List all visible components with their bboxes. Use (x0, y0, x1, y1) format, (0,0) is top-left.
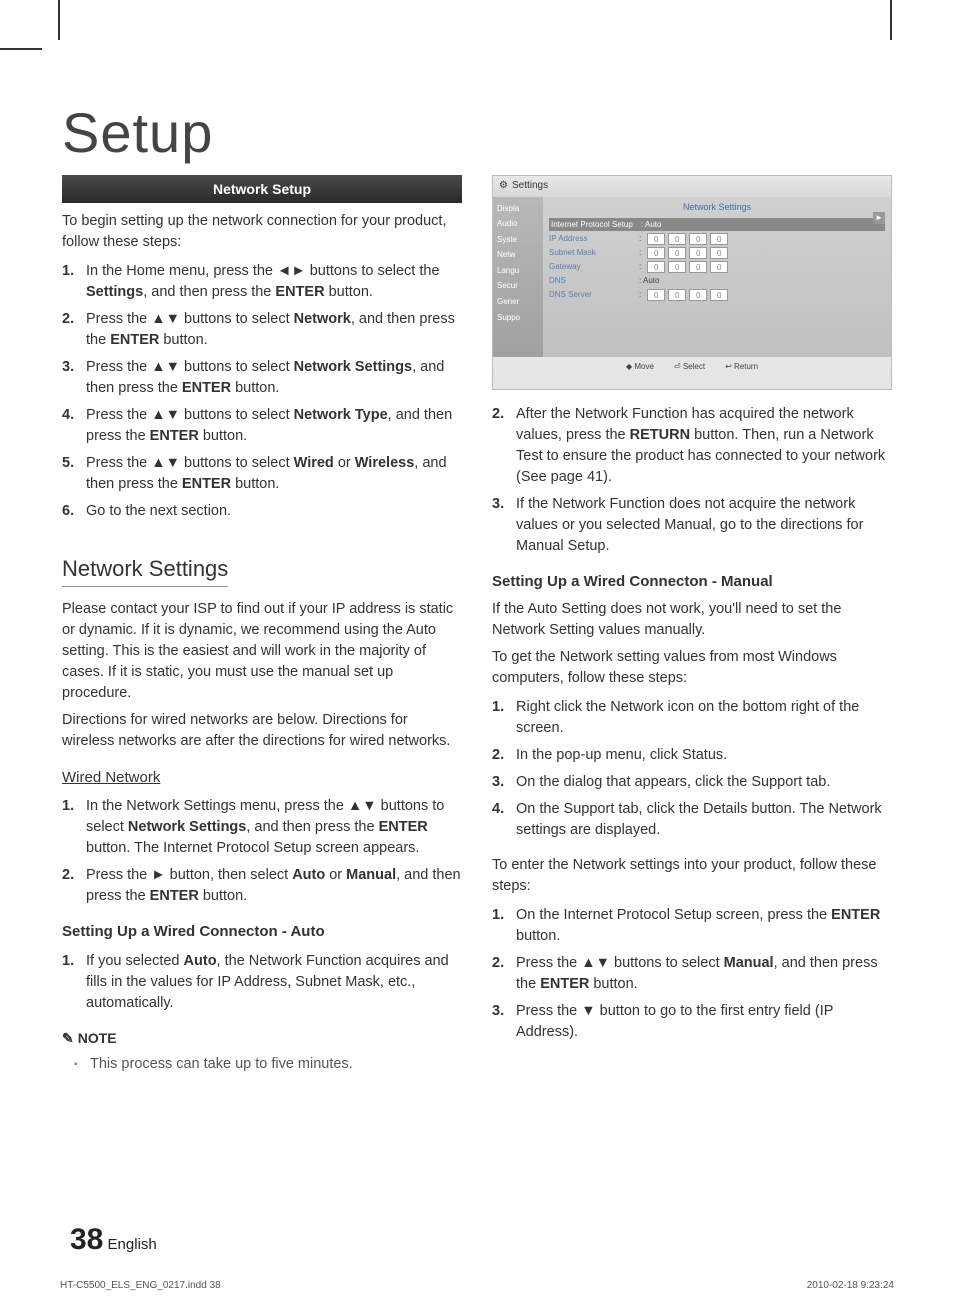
network-settings-heading: Network Settings (62, 553, 228, 588)
print-timestamp: 2010-02-18 9:23:24 (807, 1280, 894, 1291)
auto-heading: Setting Up a Wired Connecton - Auto (62, 921, 462, 943)
manual-p1: If the Auto Setting does not work, you'l… (492, 599, 892, 641)
list-item: 5.Press the ▲▼ buttons to select Wired o… (62, 453, 462, 495)
intro-text: To begin setting up the network connecti… (62, 211, 462, 253)
ss-dns-row: DNS: Auto (549, 275, 885, 287)
ss-ip-row: IP Address:0000 (549, 233, 885, 245)
ss-header-text: Settings (512, 180, 548, 191)
list-item: 1.Right click the Network icon on the bo… (492, 697, 892, 739)
wired-steps: 1.In the Network Settings menu, press th… (62, 796, 462, 907)
cont-steps: 2.After the Network Function has acquire… (492, 404, 892, 557)
ss-ip-row: Subnet Mask:0000 (549, 247, 885, 259)
ss-row-highlight: Internet Protocol Setup: Auto (549, 218, 885, 232)
manual-steps: 1.Right click the Network icon on the bo… (492, 697, 892, 841)
enter-p: To enter the Network settings into your … (492, 855, 892, 897)
ss-nav: DisplaAudioSysteNetwLanguSecurGenerSuppo (493, 197, 543, 357)
ns-para2: Directions for wired networks are below.… (62, 710, 462, 752)
list-item: 1.On the Internet Protocol Setup screen,… (492, 905, 892, 947)
list-item: 3.Press the ▼ button to go to the first … (492, 1001, 892, 1043)
ss-ip-row: Gateway:0000 (549, 261, 885, 273)
ss-title: Network Settings (549, 199, 885, 216)
list-item: 4.Press the ▲▼ buttons to select Network… (62, 405, 462, 447)
list-item: 2.Press the ▲▼ buttons to select Manual,… (492, 953, 892, 995)
ns-para1: Please contact your ISP to find out if y… (62, 599, 462, 704)
list-item: 2.Press the ► button, then select Auto o… (62, 865, 462, 907)
note-text: This process can take up to five minutes… (90, 1054, 462, 1075)
list-item: 3.If the Network Function does not acqui… (492, 494, 892, 557)
print-file: HT-C5500_ELS_ENG_0217.indd 38 (60, 1280, 221, 1291)
page-footer: 38 English (70, 1223, 157, 1257)
ss-main: Network Settings Internet Protocol Setup… (543, 197, 891, 357)
list-item: 6.Go to the next section. (62, 501, 462, 522)
wired-heading: Wired Network (62, 767, 462, 789)
enter-steps: 1.On the Internet Protocol Setup screen,… (492, 905, 892, 1043)
page-number: 38 (70, 1223, 103, 1256)
list-item: 3.Press the ▲▼ buttons to select Network… (62, 357, 462, 399)
print-line: HT-C5500_ELS_ENG_0217.indd 38 2010-02-18… (60, 1280, 894, 1291)
section-heading: Network Setup (62, 175, 462, 203)
ss-dns-server-row: DNS Server: 0000 (549, 289, 885, 301)
settings-screenshot: ⚙ Settings DisplaAudioSysteNetwLanguSecur… (492, 175, 892, 390)
list-item: 1.In the Network Settings menu, press th… (62, 796, 462, 859)
chevron-right-icon: ► (873, 212, 885, 224)
setup-steps: 1.In the Home menu, press the ◄► buttons… (62, 261, 462, 522)
auto-steps: 1.If you selected Auto, the Network Func… (62, 951, 462, 1014)
note-icon: ✎ (62, 1030, 74, 1046)
right-column: ⚙ Settings DisplaAudioSysteNetwLanguSecur… (492, 175, 892, 1081)
list-item: 3.On the dialog that appears, click the … (492, 772, 892, 793)
list-item: 2.After the Network Function has acquire… (492, 404, 892, 488)
list-item: 2.Press the ▲▼ buttons to select Network… (62, 309, 462, 351)
gear-icon: ⚙ (499, 180, 508, 191)
note-label: ✎NOTE (62, 1028, 462, 1048)
page-lang: English (108, 1236, 157, 1253)
manual-heading: Setting Up a Wired Connecton - Manual (492, 571, 892, 593)
list-item: 4.On the Support tab, click the Details … (492, 799, 892, 841)
manual-p2: To get the Network setting values from m… (492, 647, 892, 689)
list-item: 2.In the pop-up menu, click Status. (492, 745, 892, 766)
left-column: Network Setup To begin setting up the ne… (62, 175, 462, 1081)
page-title: Setup (62, 100, 892, 165)
list-item: 1.If you selected Auto, the Network Func… (62, 951, 462, 1014)
ss-footer: ◆ Move⏎ Select↩ Return (493, 357, 891, 377)
list-item: 1.In the Home menu, press the ◄► buttons… (62, 261, 462, 303)
